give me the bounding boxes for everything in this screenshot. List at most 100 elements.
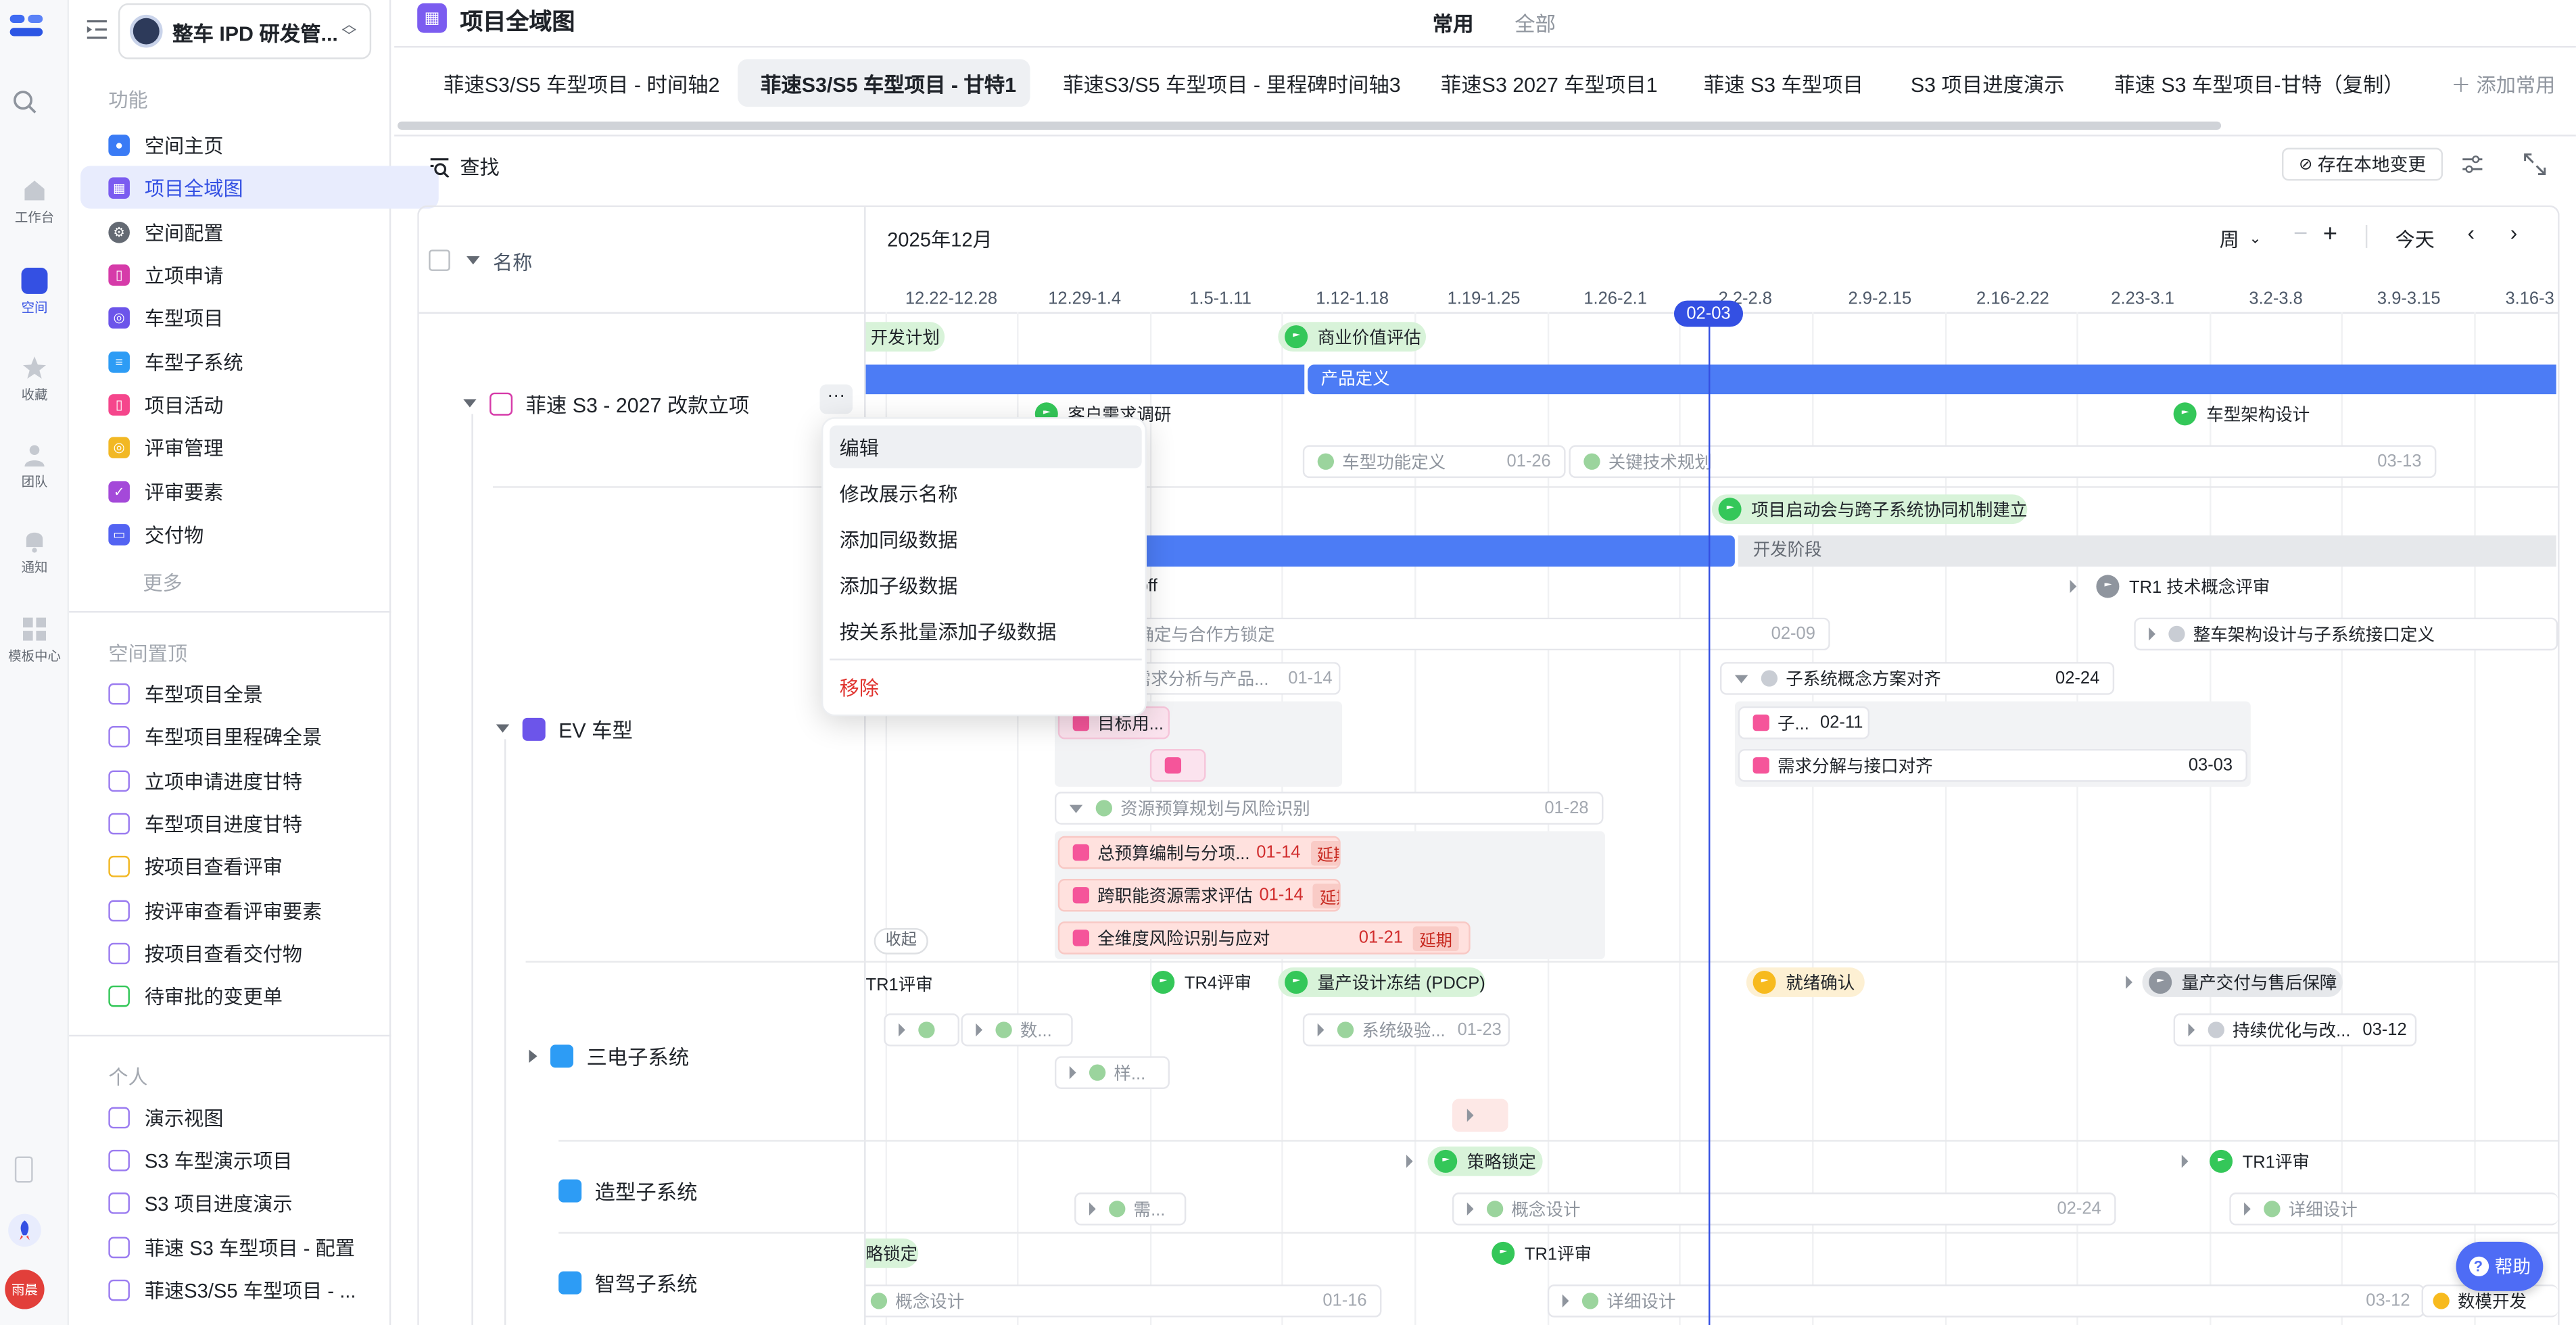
task-bar[interactable]: 需求分析与产品... 01-14 [1133, 662, 1341, 695]
save-local-button[interactable]: ⊘ 存在本地变更 [2281, 147, 2443, 181]
stage-bar[interactable] [1133, 535, 1735, 567]
row-more-button[interactable]: ··· [819, 384, 853, 414]
expand-toggle[interactable] [529, 1049, 538, 1062]
view-tab-active[interactable]: 菲速S3/S5 车型项目 - 甘特1 [737, 59, 1030, 107]
expand-caret[interactable] [2188, 1023, 2195, 1037]
tabs-scrollbar[interactable] [398, 121, 2222, 130]
stage-bar-bg[interactable]: 开发阶段 [1738, 535, 2556, 567]
milestone-bar[interactable]: 商业价值评估 [1278, 322, 1427, 352]
task-bar[interactable]: 系统级验... 01-23 [1302, 1013, 1510, 1046]
expand-caret[interactable] [2070, 579, 2077, 594]
collapse-sidebar-icon[interactable] [85, 20, 108, 39]
sidebar-pinned-item[interactable]: 按项目查看评审 [80, 844, 439, 887]
task-bar[interactable]: 车型功能定义 01-26 [1302, 445, 1566, 479]
rail-item-favorites[interactable]: 收藏 [0, 355, 69, 404]
expand-caret[interactable] [1317, 1023, 1325, 1037]
select-all-checkbox[interactable] [429, 249, 450, 271]
sidebar-personal-item[interactable]: S3 项目进度演示 [80, 1181, 439, 1224]
rail-item-workbench[interactable]: 工作台 [0, 177, 69, 226]
zoom-out-icon[interactable]: − [2293, 220, 2308, 248]
next-period-icon[interactable]: › [2510, 220, 2518, 245]
task-bar[interactable]: 需求分解与接口对齐 03-03 [1738, 748, 2247, 782]
rail-item-template[interactable]: 模板中心 [0, 616, 69, 665]
milestone-bar[interactable]: TR4评审 [1145, 967, 1277, 997]
milestone-bar[interactable]: TR1评审 [1485, 1238, 1600, 1268]
app-logo[interactable] [9, 13, 46, 39]
sidebar-item-activity[interactable]: ▯ 项目活动 [80, 383, 439, 425]
task-bar[interactable]: 持续优化与改... 03-12 [2173, 1013, 2417, 1046]
expand-caret[interactable] [2126, 975, 2132, 989]
expand-caret[interactable] [1069, 1065, 1076, 1080]
expand-toggle[interactable] [463, 399, 477, 408]
settings-sliders-icon[interactable] [2461, 153, 2484, 176]
rocket-icon[interactable] [8, 1213, 41, 1247]
search-icon[interactable] [11, 89, 38, 115]
view-tab[interactable]: 菲速S3/S5 车型项目 - 里程碑时间轴3 [1040, 59, 1424, 106]
tree-row-subsystem[interactable]: 三电子系统 [529, 1040, 689, 1071]
milestone-bar[interactable]: 就绪确认 [1746, 967, 1865, 997]
expand-caret[interactable] [976, 1023, 983, 1037]
tree-row-ev[interactable]: EV 车型 [496, 713, 633, 744]
stage-bar[interactable] [865, 364, 1305, 395]
mode-common-tab[interactable]: 常用 [1433, 7, 1474, 38]
rail-item-team[interactable]: 团队 [0, 442, 69, 491]
expand-caret[interactable] [1089, 1202, 1096, 1216]
menu-item-add-sibling[interactable]: 添加同级数据 [830, 517, 1142, 560]
task-bar[interactable]: 子... 02-11 [1738, 706, 1870, 740]
view-tab[interactable]: 菲速S3/S5 车型项目 - 时间轴2 [421, 59, 742, 106]
expand-caret[interactable] [2244, 1202, 2251, 1216]
task-bar[interactable]: 关键技术规划 03-13 [1569, 445, 2437, 479]
sidebar-pinned-item[interactable]: 立项申请进度甘特 [80, 759, 439, 802]
sidebar-personal-item[interactable]: 菲速 S3 车型项目 - 配置 [80, 1226, 439, 1268]
view-tab[interactable]: 菲速S3 2027 车型项目1 [1418, 59, 1681, 106]
sidebar-personal-item[interactable]: 演示视图 [80, 1096, 439, 1138]
menu-item-edit[interactable]: 编辑 [830, 425, 1142, 468]
menu-item-add-child[interactable]: 添加子级数据 [830, 563, 1142, 606]
sidebar-item-deliverable[interactable]: ▭ 交付物 [80, 512, 439, 555]
expand-caret[interactable] [1466, 1109, 1474, 1122]
zoom-in-icon[interactable]: + [2323, 220, 2337, 248]
avatar[interactable]: 雨晨 [5, 1270, 45, 1309]
expand-caret[interactable] [1466, 1202, 1474, 1216]
more-link[interactable]: 更多 [143, 569, 182, 596]
tree-row-subsystem[interactable]: 造型子系统 [558, 1174, 697, 1205]
task-bar[interactable]: 概念设计 02-24 [1452, 1192, 2116, 1226]
expand-caret[interactable] [2149, 627, 2155, 641]
milestone-bar[interactable]: 略锁定 [865, 1238, 919, 1268]
help-button[interactable]: ? 帮助 [2456, 1241, 2544, 1291]
search-button[interactable]: 查找 [430, 153, 500, 180]
task-bar[interactable] [884, 1013, 960, 1046]
stage-bar[interactable]: 产品定义 [1308, 364, 2556, 395]
milestone-bar[interactable]: 量产设计冻结 (PDCP) [1278, 967, 1485, 997]
sidebar-item-project-apply[interactable]: ▯ 立项申请 [80, 253, 439, 295]
mobile-icon[interactable] [14, 1156, 33, 1183]
sidebar-pinned-item[interactable]: 车型项目进度甘特 [80, 802, 439, 844]
milestone-bar[interactable]: 车型架构设计 [2167, 399, 2347, 429]
task-bar[interactable] [1452, 1099, 1508, 1132]
milestone-bar[interactable]: 开发计划 [865, 322, 945, 352]
sidebar-item-space-home[interactable]: ● 空间主页 [80, 123, 439, 166]
sidebar-item-review[interactable]: ◎ 评审管理 [80, 425, 439, 468]
expand-caret[interactable] [1562, 1294, 1569, 1308]
menu-item-remove[interactable]: 移除 [830, 665, 1142, 708]
sidebar-item-review-element[interactable]: ✓ 评审要素 [80, 470, 439, 512]
sidebar-item-vehicle-project[interactable]: ◎ 车型项目 [80, 295, 439, 338]
task-bar[interactable]: 样... [1054, 1056, 1170, 1089]
today-button[interactable]: 今天 [2395, 225, 2435, 253]
task-bar-delayed[interactable]: 跨职能资源需求评估 01-14 延期 [1057, 878, 1341, 912]
sidebar-item-project-map[interactable]: ▦ 项目全域图 [80, 166, 439, 209]
milestone-bar[interactable]: TR1 技术概念评审 [2090, 572, 2304, 602]
sidebar-pinned-item[interactable]: 车型项目里程碑全景 [80, 715, 439, 757]
expand-caret[interactable] [2181, 1155, 2189, 1168]
mode-all-tab[interactable]: 全部 [1514, 7, 1556, 38]
collapse-button[interactable]: 收起 [874, 927, 928, 955]
expand-caret[interactable] [899, 1023, 905, 1037]
view-tab[interactable]: S3 项目进度演示 [1888, 59, 2088, 106]
milestone-bar[interactable]: 项目启动会与跨子系统协同机制建立 [1711, 494, 2028, 525]
rail-item-space[interactable]: 空间 [0, 268, 69, 317]
milestone-bar[interactable]: 量产交付与售后保障 [2142, 967, 2343, 997]
sidebar-personal-item[interactable]: 菲速S3/S5 车型项目 - ... [80, 1268, 439, 1311]
fullscreen-icon[interactable] [2523, 153, 2546, 176]
sidebar-pinned-item[interactable]: 车型项目全景 [80, 672, 439, 715]
task-bar-short[interactable] [1149, 748, 1206, 782]
